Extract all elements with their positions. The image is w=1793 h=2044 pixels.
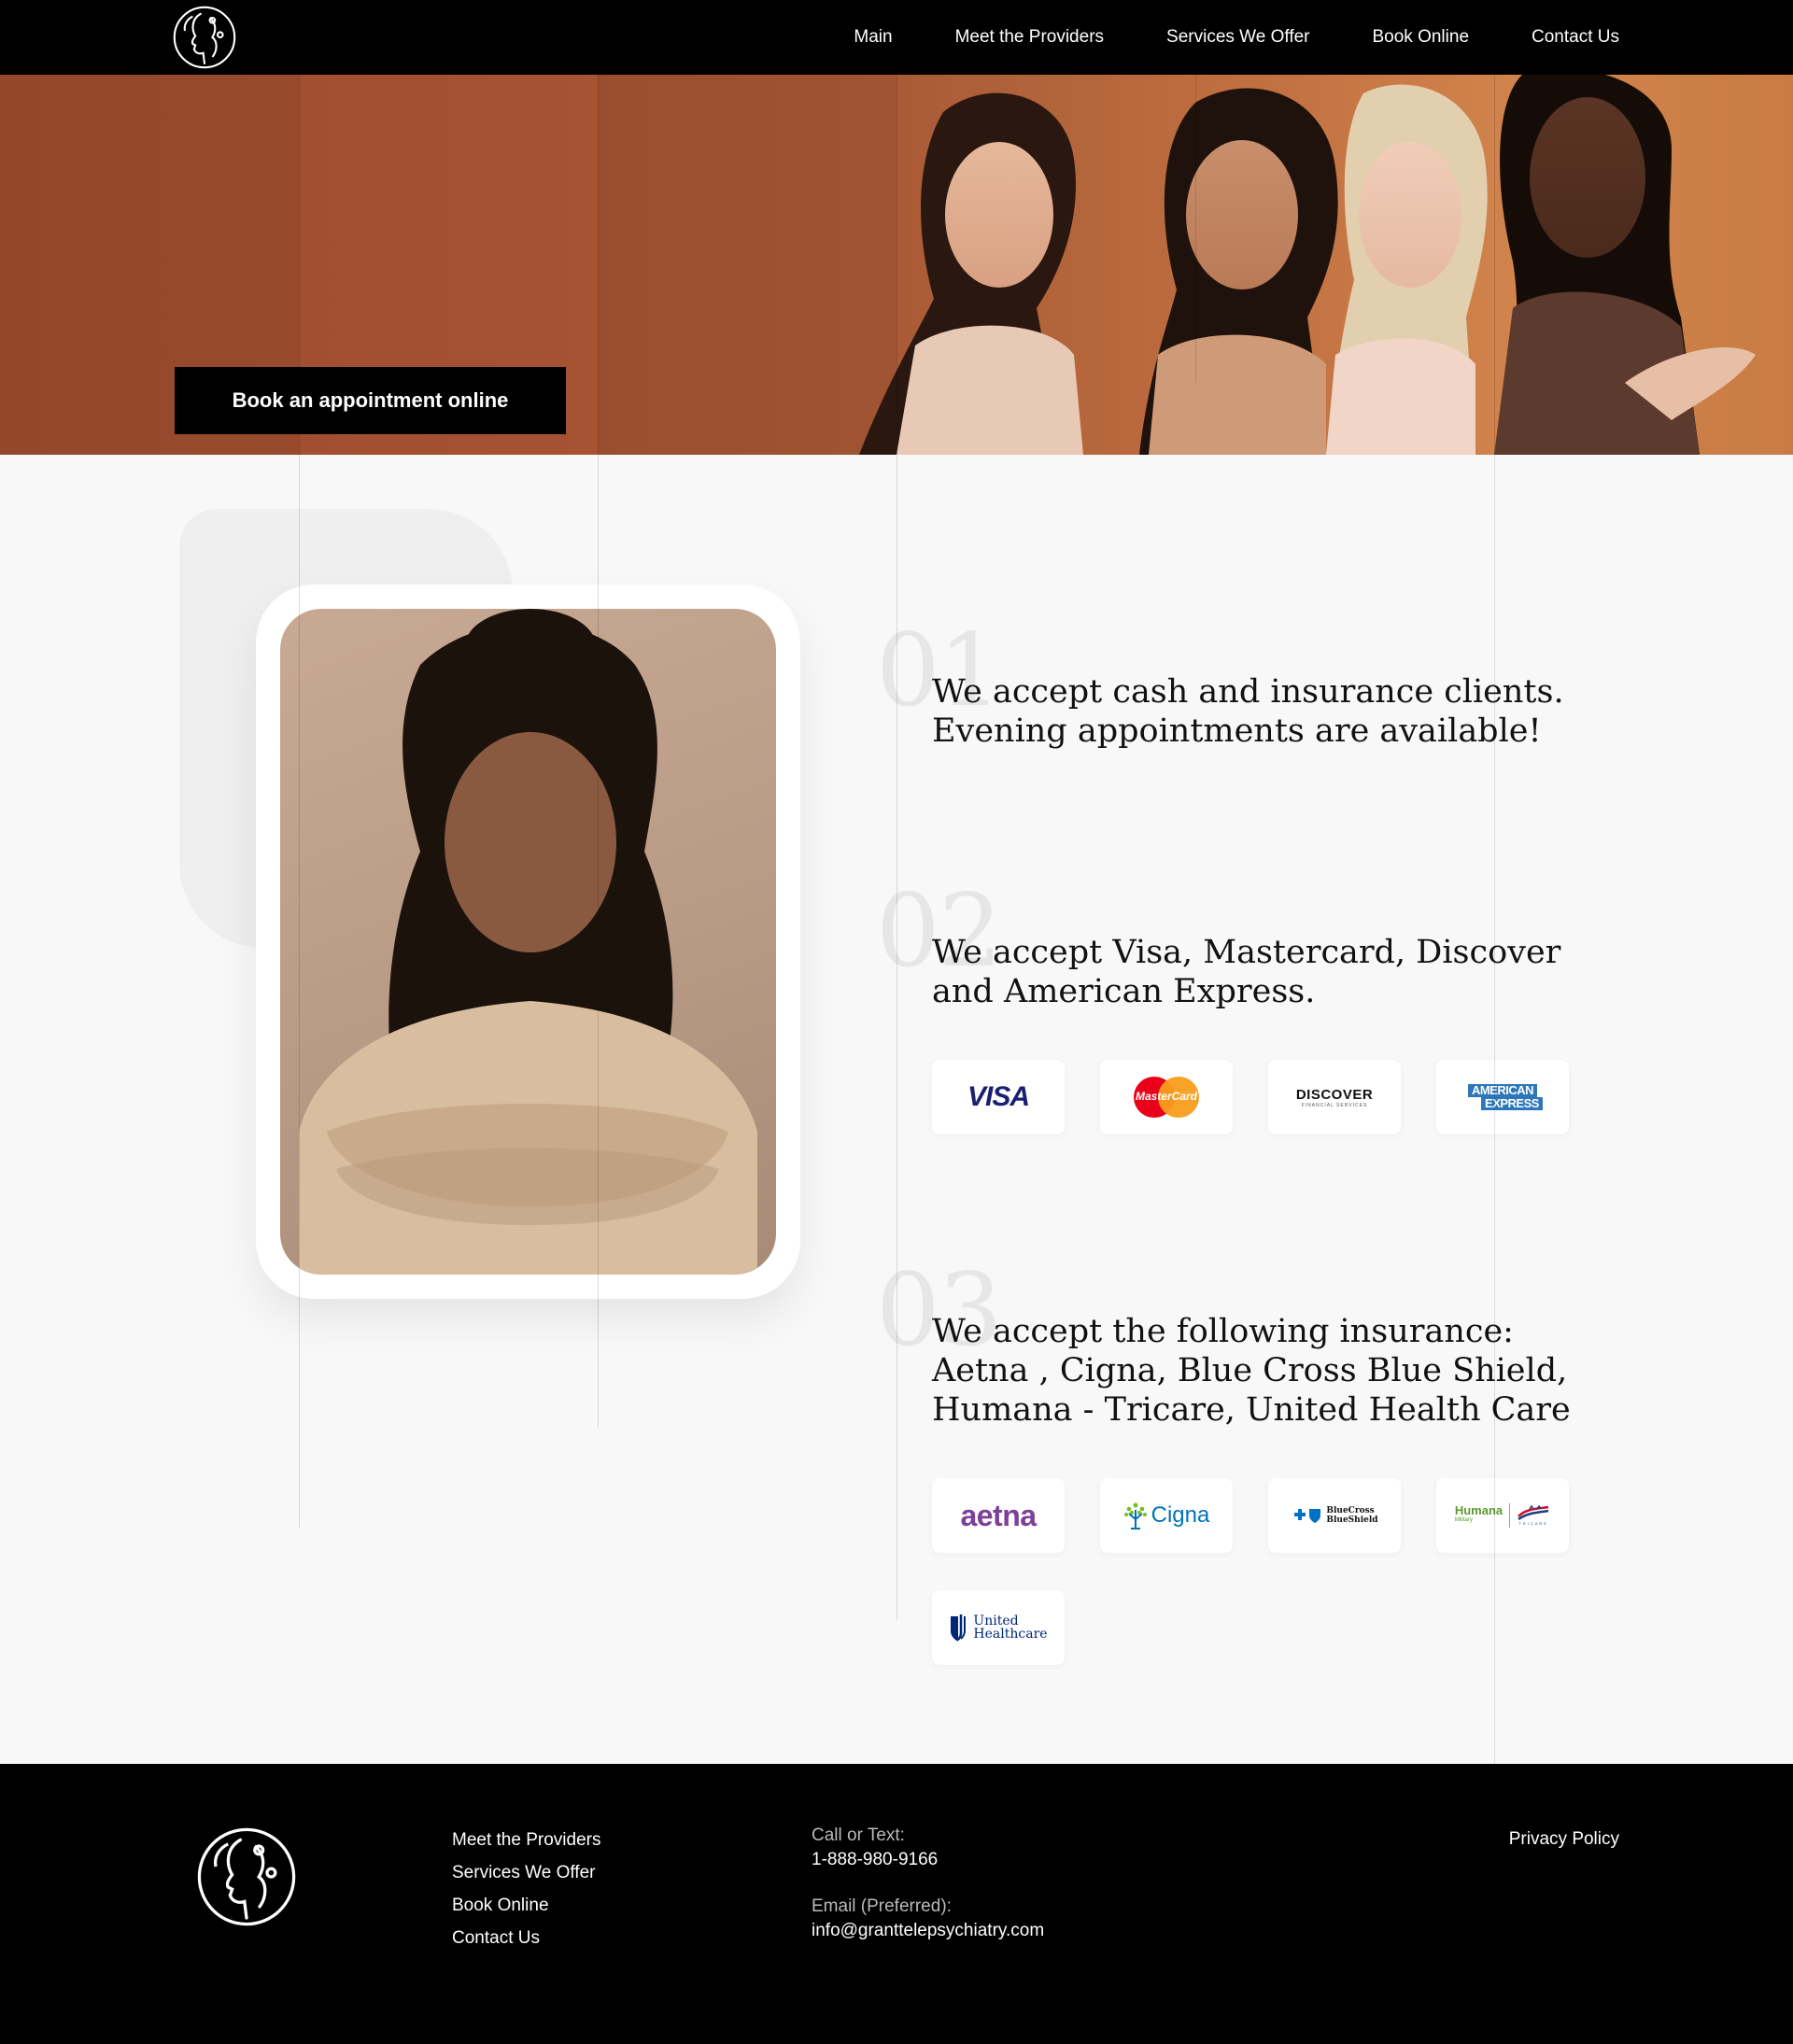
footer-link-book-online[interactable]: Book Online	[452, 1895, 600, 1916]
united-healthcare-logo: United Healthcare	[932, 1590, 1065, 1665]
step-01: 01 We accept cash and insurance clients.…	[876, 621, 1586, 789]
amex-logo-line1: AMERICAN	[1467, 1084, 1538, 1097]
footer-contact: Call or Text: 1-888-980-9166 Email (Pref…	[812, 1825, 1044, 1944]
provider-photo	[280, 609, 776, 1275]
footer-nav: Meet the Providers Services We Offer Boo…	[452, 1829, 600, 1949]
email-link[interactable]: info@granttelepsychiatry.com	[812, 1918, 1044, 1944]
divider-line	[299, 75, 300, 1528]
discover-logo: DISCOVER FINANCIAL SERVICES	[1268, 1060, 1401, 1135]
tricare-flag-icon	[1518, 1504, 1549, 1520]
visa-logo-text: VISA	[967, 1081, 1030, 1112]
footer-link-contact-us[interactable]: Contact Us	[452, 1927, 600, 1949]
divider-line	[598, 75, 599, 1429]
bcbs-cross-shield-icon	[1294, 1509, 1321, 1523]
footer-link-meet-the-providers[interactable]: Meet the Providers	[452, 1829, 600, 1851]
cigna-logo: Cigna	[1100, 1478, 1233, 1553]
divider-line	[1195, 75, 1196, 383]
amex-logo: AMERICAN EXPRESS	[1436, 1060, 1569, 1135]
cigna-logo-text: Cigna	[1151, 1502, 1210, 1528]
amex-logo-line2: EXPRESS	[1481, 1097, 1543, 1110]
bcbs-logo-line2: BlueShield	[1326, 1515, 1378, 1525]
main-nav: Main Meet the Providers Services We Offe…	[854, 0, 1619, 75]
email-label: Email (Preferred):	[812, 1896, 952, 1916]
mastercard-logo: MasterCard	[1100, 1060, 1233, 1135]
divider-line	[1494, 75, 1495, 1764]
humana-logo-text: Humana	[1454, 1503, 1504, 1517]
discover-logo-subtext: FINANCIAL SERVICES	[1301, 1102, 1368, 1108]
step-03: 03 We accept the following insurance: Ae…	[876, 1261, 1586, 1447]
footer-logo-icon[interactable]	[195, 1826, 298, 1928]
humana-tricare-logo: Humana Military TRICARE	[1436, 1478, 1569, 1553]
nav-book-online[interactable]: Book Online	[1373, 27, 1470, 48]
logo-divider	[1509, 1503, 1511, 1528]
nav-meet-the-providers[interactable]: Meet the Providers	[955, 27, 1104, 48]
site-footer: Meet the Providers Services We Offer Boo…	[0, 1764, 1793, 2044]
cigna-tree-icon	[1123, 1502, 1147, 1529]
nav-services-we-offer[interactable]: Services We Offer	[1166, 27, 1309, 48]
bcbs-logo: BlueCross BlueShield	[1268, 1478, 1401, 1553]
book-appointment-button[interactable]: Book an appointment online	[175, 367, 566, 434]
step-text: We accept cash and insurance clients. Ev…	[932, 673, 1564, 750]
uhc-shield-icon	[951, 1614, 967, 1642]
aetna-logo: aetna	[932, 1478, 1065, 1553]
bcbs-logo-line1: BlueCross	[1326, 1506, 1375, 1515]
visa-logo: VISA	[932, 1060, 1065, 1135]
provider-photo-frame	[256, 585, 800, 1299]
mastercard-circles: MasterCard	[1134, 1077, 1199, 1118]
tricare-logo-text: TRICARE	[1518, 1520, 1548, 1526]
logo-icon[interactable]	[172, 5, 237, 70]
divider-line	[896, 75, 897, 1620]
uhc-logo-line2: Healthcare	[973, 1627, 1048, 1642]
humana-logo-subtext: Military	[1454, 1517, 1473, 1523]
nav-contact-us[interactable]: Contact Us	[1532, 27, 1619, 48]
nav-main[interactable]: Main	[854, 27, 892, 48]
aetna-logo-text: aetna	[960, 1498, 1037, 1532]
discover-logo-text: DISCOVER	[1295, 1086, 1374, 1103]
footer-link-services-we-offer[interactable]: Services We Offer	[452, 1862, 600, 1883]
privacy-policy-link[interactable]: Privacy Policy	[1509, 1829, 1619, 1850]
site-header: Main Meet the Providers Services We Offe…	[0, 0, 1793, 75]
step-text: We accept Visa, Mastercard, Discover and…	[932, 934, 1561, 1010]
step-text: We accept the following insurance: Aetna…	[932, 1313, 1571, 1429]
woman-portrait-image	[299, 609, 757, 1275]
hero-photo-women	[859, 75, 1756, 455]
uhc-logo-line1: United	[973, 1614, 1019, 1628]
phone-number[interactable]: 1-888-980-9166	[812, 1847, 1044, 1873]
call-label: Call or Text:	[812, 1826, 905, 1845]
mastercard-logo-text: MasterCard	[1135, 1090, 1198, 1103]
